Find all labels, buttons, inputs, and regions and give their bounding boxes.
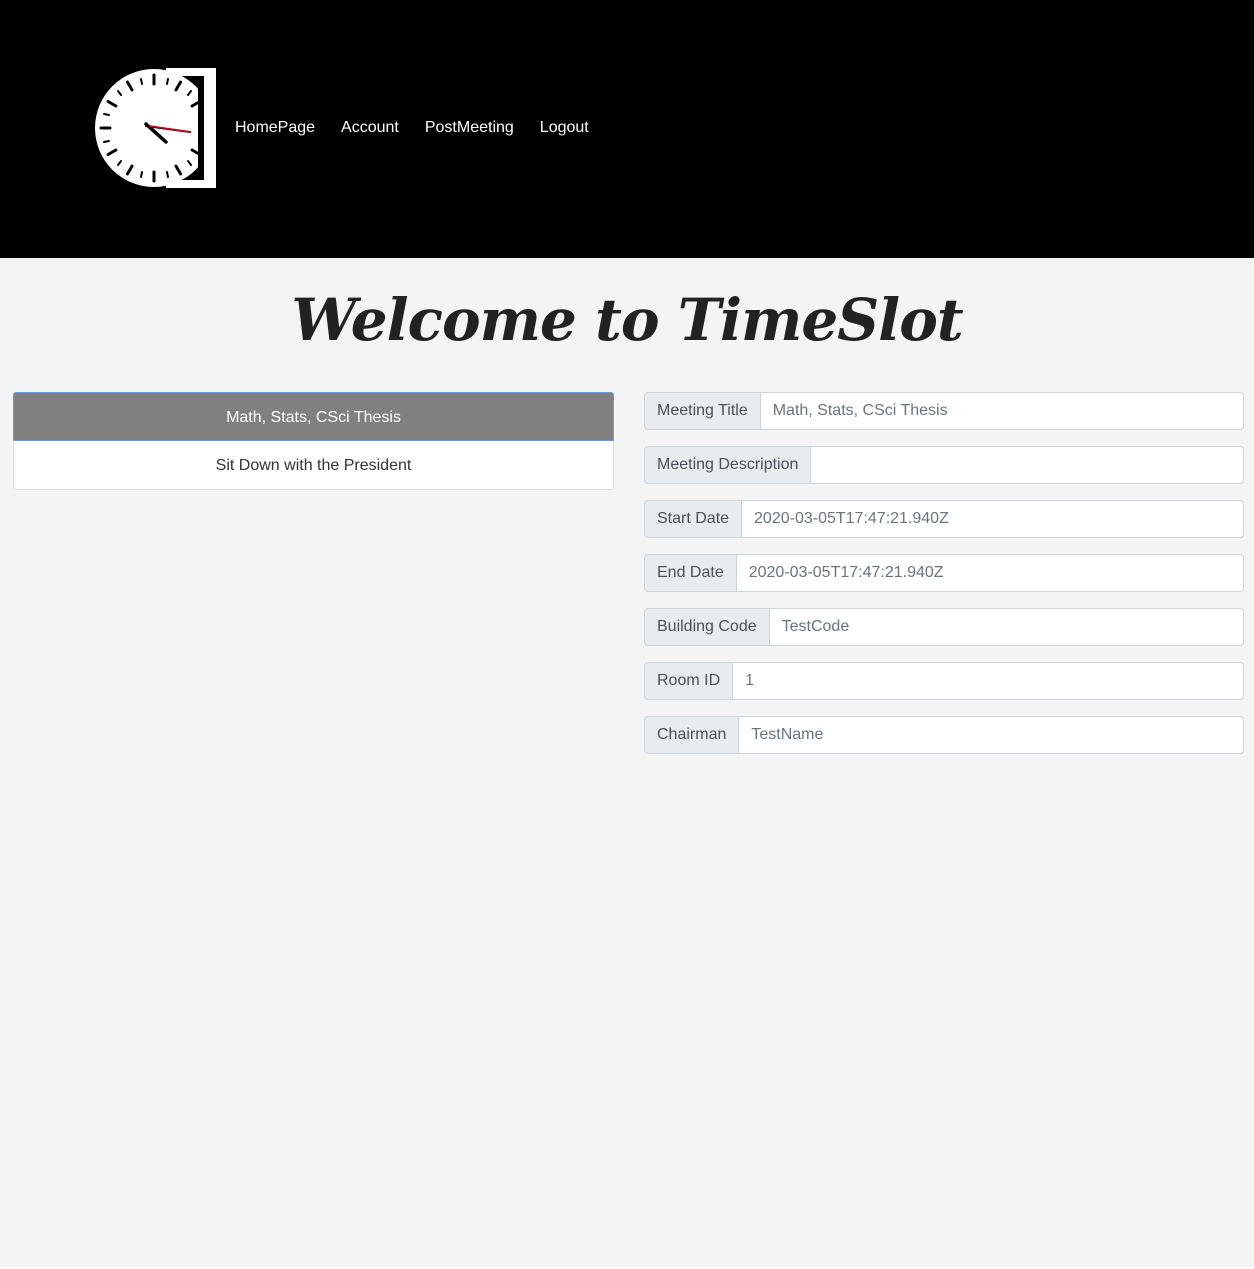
meeting-title-label: Meeting Title (644, 392, 761, 430)
clock-logo-icon[interactable] (94, 66, 218, 190)
meeting-description-label: Meeting Description (644, 446, 812, 484)
meeting-description-input[interactable] (811, 446, 1244, 484)
nav-link-homepage[interactable]: HomePage (235, 117, 315, 139)
top-navbar: HomePage Account PostMeeting Logout (0, 0, 1254, 258)
meeting-description-group: Meeting Description (644, 446, 1244, 484)
building-code-label: Building Code (644, 608, 770, 646)
nav-link-account[interactable]: Account (341, 117, 399, 139)
end-date-input[interactable] (736, 554, 1244, 592)
page-title: Welcome to TimeSlot (291, 286, 963, 354)
start-date-group: Start Date (644, 500, 1244, 538)
nav-links: HomePage Account PostMeeting Logout (235, 117, 615, 139)
nav-link-postmeeting[interactable]: PostMeeting (425, 117, 514, 139)
room-id-input[interactable] (733, 662, 1244, 700)
meeting-details-form: Meeting Title Meeting Description Start … (644, 392, 1244, 770)
nav-link-logout[interactable]: Logout (540, 117, 589, 139)
chairman-group: Chairman (644, 716, 1244, 754)
meeting-list: Math, Stats, CSci Thesis Sit Down with t… (13, 392, 614, 490)
room-id-label: Room ID (644, 662, 734, 700)
room-id-group: Room ID (644, 662, 1244, 700)
building-code-group: Building Code (644, 608, 1244, 646)
meeting-list-item-selected[interactable]: Math, Stats, CSci Thesis (13, 392, 614, 441)
end-date-label: End Date (644, 554, 737, 592)
chairman-label: Chairman (644, 716, 740, 754)
end-date-group: End Date (644, 554, 1244, 592)
meeting-title-group: Meeting Title (644, 392, 1244, 430)
start-date-label: Start Date (644, 500, 743, 538)
chairman-input[interactable] (739, 716, 1244, 754)
meeting-list-item[interactable]: Sit Down with the President (13, 441, 614, 490)
start-date-input[interactable] (742, 500, 1244, 538)
building-code-input[interactable] (769, 608, 1244, 646)
meeting-title-input[interactable] (760, 392, 1244, 430)
